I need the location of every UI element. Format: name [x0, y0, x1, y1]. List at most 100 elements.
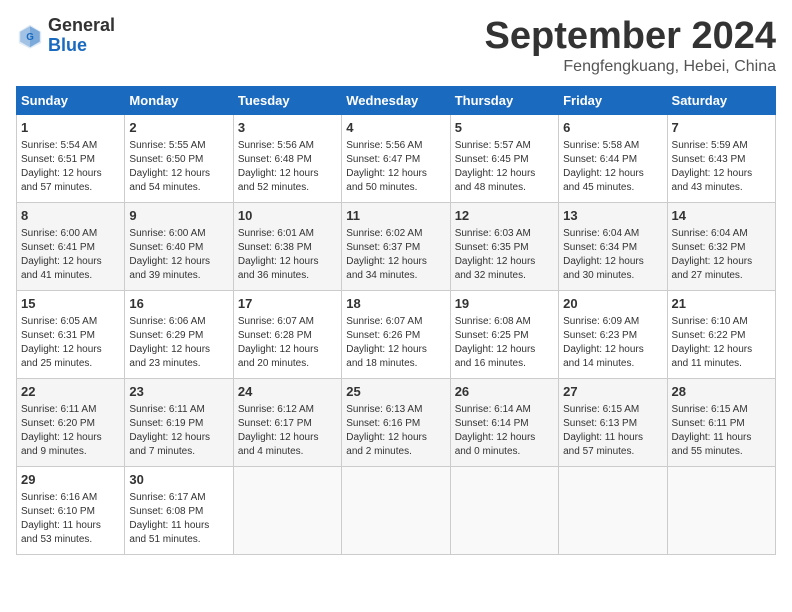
- day-number: 21: [672, 295, 771, 313]
- header-day-wednesday: Wednesday: [342, 86, 450, 114]
- day-info: Sunrise: 6:10 AMSunset: 6:22 PMDaylight:…: [672, 315, 771, 371]
- day-number: 16: [129, 295, 228, 313]
- calendar-cell: 10Sunrise: 6:01 AMSunset: 6:38 PMDayligh…: [233, 202, 341, 290]
- calendar-cell: 15Sunrise: 6:05 AMSunset: 6:31 PMDayligh…: [17, 290, 125, 378]
- logo: G General Blue: [16, 16, 115, 56]
- day-number: 9: [129, 207, 228, 225]
- header-day-thursday: Thursday: [450, 86, 558, 114]
- day-number: 23: [129, 383, 228, 401]
- day-number: 19: [455, 295, 554, 313]
- day-info: Sunrise: 6:08 AMSunset: 6:25 PMDaylight:…: [455, 315, 554, 371]
- week-row-2: 8Sunrise: 6:00 AMSunset: 6:41 PMDaylight…: [17, 202, 776, 290]
- calendar-cell: 19 Sunrise: 6:08 AMSunset: 6:25 PMDayligh…: [450, 290, 558, 378]
- day-info: Sunrise: 6:13 AMSunset: 6:16 PMDaylight:…: [346, 403, 445, 459]
- calendar-body: 1 Sunrise: 5:54 AMSunset: 6:51 PMDaylight…: [17, 114, 776, 554]
- day-number: 7: [672, 119, 771, 137]
- calendar-cell: 28 Sunrise: 6:15 AMSunset: 6:11 PMDayligh…: [667, 378, 775, 466]
- svg-text:G: G: [26, 32, 34, 43]
- day-number: 28: [672, 383, 771, 401]
- day-number: 18: [346, 295, 445, 313]
- calendar-cell: 25 Sunrise: 6:13 AMSunset: 6:16 PMDayligh…: [342, 378, 450, 466]
- day-number: 4: [346, 119, 445, 137]
- calendar-cell: 2 Sunrise: 5:55 AMSunset: 6:50 PMDaylight…: [125, 114, 233, 202]
- calendar-cell: 14 Sunrise: 6:04 AMSunset: 6:32 PMDayligh…: [667, 202, 775, 290]
- calendar-cell: 26Sunrise: 6:14 AMSunset: 6:14 PMDayligh…: [450, 378, 558, 466]
- day-number: 29: [21, 471, 120, 489]
- day-number: 10: [238, 207, 337, 225]
- week-row-4: 22 Sunrise: 6:11 AMSunset: 6:20 PMDayligh…: [17, 378, 776, 466]
- day-info: Sunrise: 6:14 AMSunset: 6:14 PMDaylight:…: [455, 403, 554, 459]
- calendar-cell: [342, 466, 450, 554]
- calendar-cell: 4 Sunrise: 5:56 AMSunset: 6:47 PMDaylight…: [342, 114, 450, 202]
- day-info: Sunrise: 6:11 AMSunset: 6:20 PMDaylight:…: [21, 403, 120, 459]
- day-number: 27: [563, 383, 662, 401]
- day-number: 14: [672, 207, 771, 225]
- day-number: 6: [563, 119, 662, 137]
- day-number: 1: [21, 119, 120, 137]
- calendar-cell: 20 Sunrise: 6:09 AMSunset: 6:23 PMDayligh…: [559, 290, 667, 378]
- header-day-monday: Monday: [125, 86, 233, 114]
- location: Fengfengkuang, Hebei, China: [485, 58, 777, 76]
- day-info: Sunrise: 6:04 AMSunset: 6:32 PMDaylight:…: [672, 227, 771, 283]
- week-row-3: 15Sunrise: 6:05 AMSunset: 6:31 PMDayligh…: [17, 290, 776, 378]
- day-number: 13: [563, 207, 662, 225]
- calendar-cell: 11Sunrise: 6:02 AMSunset: 6:37 PMDayligh…: [342, 202, 450, 290]
- day-info: Sunrise: 5:57 AMSunset: 6:45 PMDaylight:…: [455, 139, 554, 195]
- calendar-cell: 7 Sunrise: 5:59 AMSunset: 6:43 PMDaylight…: [667, 114, 775, 202]
- calendar-cell: 6 Sunrise: 5:58 AMSunset: 6:44 PMDaylight…: [559, 114, 667, 202]
- day-info: Sunrise: 6:11 AMSunset: 6:19 PMDaylight:…: [129, 403, 228, 459]
- day-number: 25: [346, 383, 445, 401]
- day-info: Sunrise: 5:56 AMSunset: 6:47 PMDaylight:…: [346, 139, 445, 195]
- day-info: Sunrise: 6:06 AMSunset: 6:29 PMDaylight:…: [129, 315, 228, 371]
- calendar-cell: 22 Sunrise: 6:11 AMSunset: 6:20 PMDayligh…: [17, 378, 125, 466]
- day-number: 20: [563, 295, 662, 313]
- day-info: Sunrise: 6:15 AMSunset: 6:13 PMDaylight:…: [563, 403, 662, 459]
- calendar-cell: 5 Sunrise: 5:57 AMSunset: 6:45 PMDaylight…: [450, 114, 558, 202]
- calendar-cell: 27 Sunrise: 6:15 AMSunset: 6:13 PMDayligh…: [559, 378, 667, 466]
- calendar-cell: 13Sunrise: 6:04 AMSunset: 6:34 PMDayligh…: [559, 202, 667, 290]
- title-area: September 2024 Fengfengkuang, Hebei, Chi…: [485, 16, 777, 76]
- calendar-cell: 23 Sunrise: 6:11 AMSunset: 6:19 PMDayligh…: [125, 378, 233, 466]
- day-info: Sunrise: 5:55 AMSunset: 6:50 PMDaylight:…: [129, 139, 228, 195]
- day-number: 12: [455, 207, 554, 225]
- day-info: Sunrise: 6:03 AMSunset: 6:35 PMDaylight:…: [455, 227, 554, 283]
- week-row-5: 29 Sunrise: 6:16 AMSunset: 6:10 PMDayligh…: [17, 466, 776, 554]
- day-info: Sunrise: 6:00 AMSunset: 6:41 PMDaylight:…: [21, 227, 120, 283]
- calendar-cell: 30 Sunrise: 6:17 AMSunset: 6:08 PMDayligh…: [125, 466, 233, 554]
- calendar-cell: 9 Sunrise: 6:00 AMSunset: 6:40 PMDaylight…: [125, 202, 233, 290]
- calendar-table: SundayMondayTuesdayWednesdayThursdayFrid…: [16, 86, 776, 555]
- day-info: Sunrise: 6:17 AMSunset: 6:08 PMDaylight:…: [129, 491, 228, 547]
- calendar-cell: 12 Sunrise: 6:03 AMSunset: 6:35 PMDayligh…: [450, 202, 558, 290]
- month-title: September 2024: [485, 16, 777, 58]
- day-info: Sunrise: 5:59 AMSunset: 6:43 PMDaylight:…: [672, 139, 771, 195]
- header-row: SundayMondayTuesdayWednesdayThursdayFrid…: [17, 86, 776, 114]
- day-number: 22: [21, 383, 120, 401]
- calendar-cell: 17Sunrise: 6:07 AMSunset: 6:28 PMDayligh…: [233, 290, 341, 378]
- day-info: Sunrise: 6:05 AMSunset: 6:31 PMDaylight:…: [21, 315, 120, 371]
- header-day-friday: Friday: [559, 86, 667, 114]
- calendar-cell: [667, 466, 775, 554]
- day-info: Sunrise: 5:58 AMSunset: 6:44 PMDaylight:…: [563, 139, 662, 195]
- day-info: Sunrise: 6:09 AMSunset: 6:23 PMDaylight:…: [563, 315, 662, 371]
- day-info: Sunrise: 6:16 AMSunset: 6:10 PMDaylight:…: [21, 491, 120, 547]
- day-info: Sunrise: 6:12 AMSunset: 6:17 PMDaylight:…: [238, 403, 337, 459]
- calendar-cell: [559, 466, 667, 554]
- day-number: 2: [129, 119, 228, 137]
- header-day-tuesday: Tuesday: [233, 86, 341, 114]
- day-info: Sunrise: 6:07 AMSunset: 6:26 PMDaylight:…: [346, 315, 445, 371]
- calendar-header: SundayMondayTuesdayWednesdayThursdayFrid…: [17, 86, 776, 114]
- day-info: Sunrise: 6:02 AMSunset: 6:37 PMDaylight:…: [346, 227, 445, 283]
- day-number: 30: [129, 471, 228, 489]
- day-info: Sunrise: 5:54 AMSunset: 6:51 PMDaylight:…: [21, 139, 120, 195]
- day-info: Sunrise: 6:00 AMSunset: 6:40 PMDaylight:…: [129, 227, 228, 283]
- calendar-cell: 3Sunrise: 5:56 AMSunset: 6:48 PMDaylight…: [233, 114, 341, 202]
- calendar-cell: [450, 466, 558, 554]
- calendar-cell: [233, 466, 341, 554]
- calendar-cell: 24Sunrise: 6:12 AMSunset: 6:17 PMDayligh…: [233, 378, 341, 466]
- calendar-cell: 18 Sunrise: 6:07 AMSunset: 6:26 PMDayligh…: [342, 290, 450, 378]
- logo-icon: G: [16, 22, 44, 50]
- day-number: 5: [455, 119, 554, 137]
- day-info: Sunrise: 6:15 AMSunset: 6:11 PMDaylight:…: [672, 403, 771, 459]
- calendar-cell: 16 Sunrise: 6:06 AMSunset: 6:29 PMDayligh…: [125, 290, 233, 378]
- day-info: Sunrise: 6:07 AMSunset: 6:28 PMDaylight:…: [238, 315, 337, 371]
